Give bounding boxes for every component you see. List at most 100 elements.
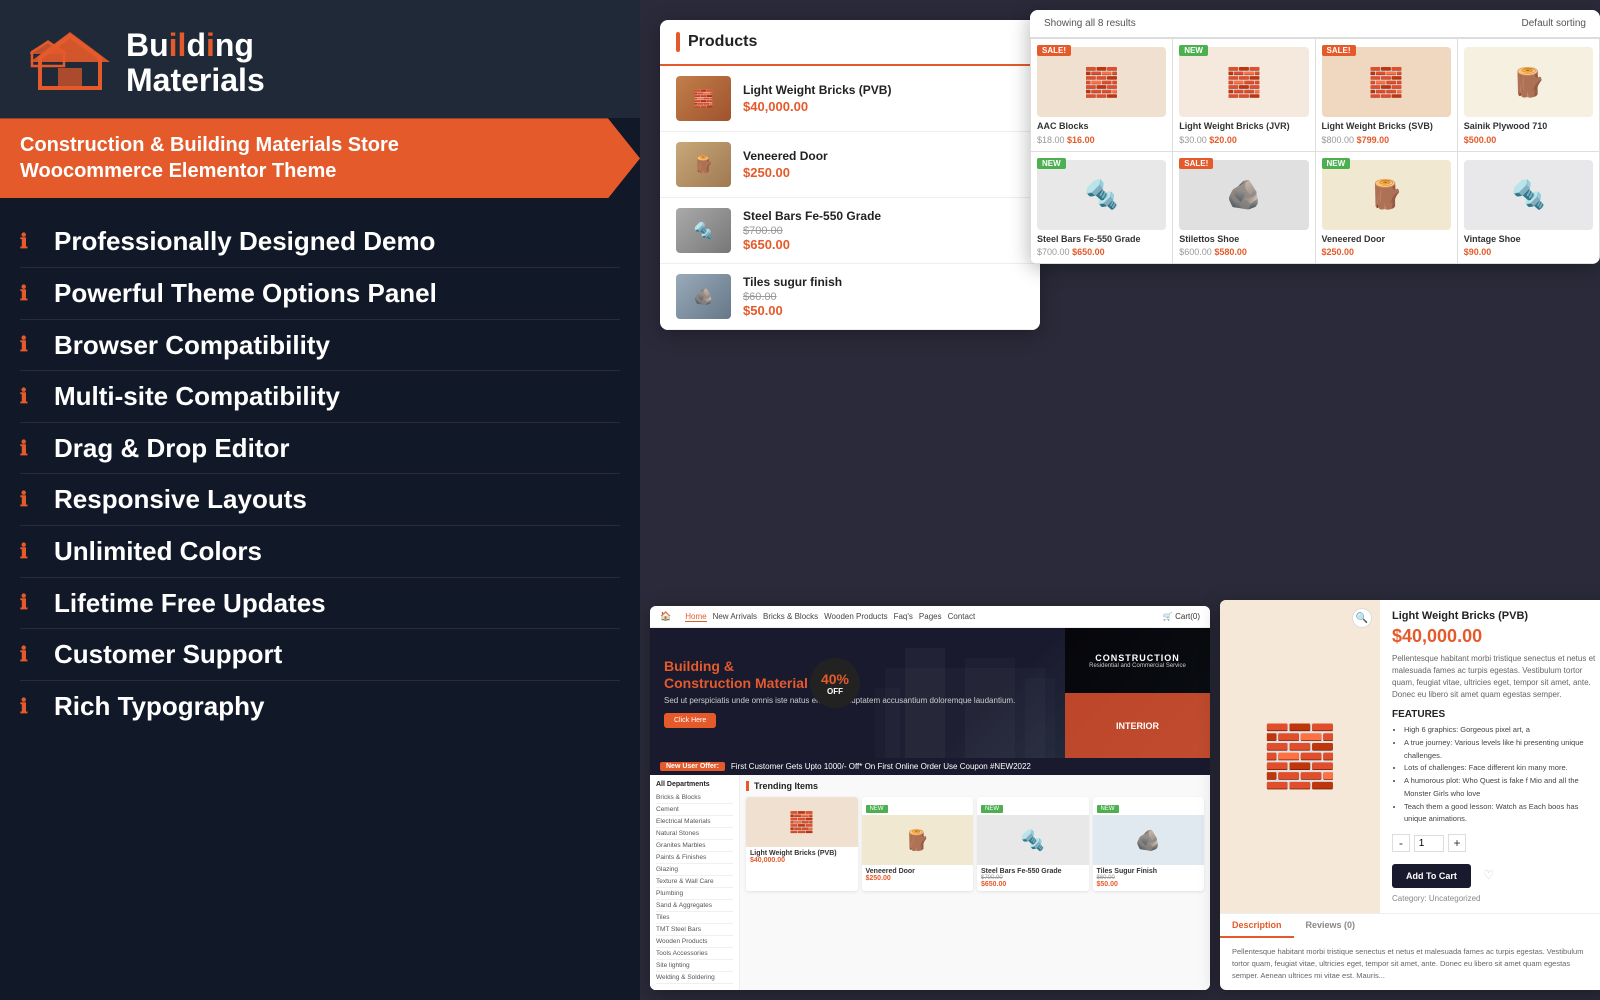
shop-item-prices: $90.00: [1464, 247, 1593, 257]
product-thumbnail: 🪵: [676, 142, 731, 187]
shop-new-price: $20.00: [1209, 135, 1237, 145]
trending-badge-new: NEW: [981, 805, 1003, 813]
trending-item-price: $250.00: [866, 875, 970, 882]
feature-list-item: A humorous plot: Who Quest is fake f Mio…: [1404, 775, 1598, 801]
trending-item-info: Veneered Door $250.00: [862, 865, 974, 885]
trending-item-info: Light Weight Bricks (PVB) $40,000.00: [746, 847, 858, 867]
hero-cta-button[interactable]: Click Here: [664, 713, 716, 728]
product-row: 🪵 Veneered Door $250.00: [660, 132, 1040, 198]
sidebar-item-lighting[interactable]: Site lighting: [656, 960, 733, 972]
shop-item: SALE! 🪨 Stilettos Shoe $600.00 $580.00: [1173, 152, 1314, 264]
sidebar-item-cement[interactable]: Cement: [656, 804, 733, 816]
shop-item: NEW 🔩 Steel Bars Fe-550 Grade $700.00 $6…: [1031, 152, 1172, 264]
feature-list-item: High 6 graphics: Gorgeous pixel art, a: [1404, 724, 1598, 737]
logo-icon: [30, 28, 110, 98]
sidebar-item-wooden[interactable]: Wooden Products: [656, 936, 733, 948]
sidebar-item-welding[interactable]: Welding & Soldering: [656, 972, 733, 984]
nav-link-home[interactable]: Home: [685, 612, 706, 622]
shop-item-name: Stilettos Shoe: [1179, 234, 1308, 246]
shop-header: Showing all 8 results Default sorting: [1030, 10, 1600, 38]
website-mockup: 🏠 Home New Arrivals Bricks & Blocks Wood…: [650, 606, 1210, 990]
nav-link-arrivals[interactable]: New Arrivals: [713, 612, 757, 622]
quantity-increase-button[interactable]: +: [1448, 834, 1466, 852]
feature-item: ℹ Customer Support: [20, 629, 620, 681]
product-thumbnail: 🔩: [676, 208, 731, 253]
feature-icon: ℹ: [20, 694, 40, 719]
shop-item-prices: $18.00 $16.00: [1037, 135, 1166, 145]
shop-item-name: Steel Bars Fe-550 Grade: [1037, 234, 1166, 246]
nav-link-contact[interactable]: Contact: [948, 612, 976, 622]
sidebar-item-bricks[interactable]: Bricks & Blocks: [656, 792, 733, 804]
detail-product-desc: Pellentesque habitant morbi tristique se…: [1392, 653, 1598, 701]
quantity-decrease-button[interactable]: -: [1392, 834, 1410, 852]
feature-label: Multi-site Compatibility: [54, 382, 340, 411]
nav-link-faq[interactable]: Faq's: [894, 612, 913, 622]
detail-features-title: FEATURES: [1392, 709, 1598, 720]
sidebar-item-tiles[interactable]: Tiles: [656, 912, 733, 924]
product-info: Steel Bars Fe-550 Grade $700.00 $650.00: [743, 209, 1024, 252]
shop-item-image: 🪵: [1464, 47, 1593, 117]
hero-title-line2: Construction Material: [664, 675, 808, 691]
product-info: Tiles sugur finish $60.00 $50.00: [743, 275, 1024, 318]
sidebar-item-tools[interactable]: Tools Accessories: [656, 948, 733, 960]
quantity-input[interactable]: [1414, 835, 1444, 852]
sidebar-title: All Departments: [656, 781, 733, 788]
sidebar-item-granites[interactable]: Granites Marbles: [656, 840, 733, 852]
tab-description[interactable]: Description: [1220, 914, 1294, 938]
sidebar-item-sand[interactable]: Sand & Aggregates: [656, 900, 733, 912]
discount-badge: 40% OFF: [810, 658, 860, 708]
product-price: $50.00: [743, 303, 1024, 318]
nav-link-wooden[interactable]: Wooden Products: [824, 612, 887, 622]
product-info: Light Weight Bricks (PVB) $40,000.00: [743, 83, 1024, 114]
trending-item-name: Steel Bars Fe-550 Grade: [981, 868, 1085, 875]
detail-zoom-icon[interactable]: 🔍: [1352, 608, 1372, 628]
shop-new-price: $250.00: [1322, 247, 1355, 257]
website-sidebar: All Departments Bricks & Blocks Cement E…: [650, 775, 740, 990]
tagline-banner: Construction & Building Materials Store …: [0, 118, 640, 198]
feature-item: ℹ Responsive Layouts: [20, 474, 620, 526]
shop-item: NEW 🪵 Veneered Door $250.00: [1316, 152, 1457, 264]
products-header: Products: [660, 20, 1040, 66]
sidebar-item-tmt[interactable]: TMT Steel Bars: [656, 924, 733, 936]
trending-badge-new: NEW: [1097, 805, 1119, 813]
shop-mockup: Showing all 8 results Default sorting SA…: [1030, 10, 1600, 264]
sidebar-item-paints[interactable]: Paints & Finishes: [656, 852, 733, 864]
sidebar-item-stones[interactable]: Natural Stones: [656, 828, 733, 840]
sidebar-item-electrical[interactable]: Electrical Materials: [656, 816, 733, 828]
shop-item-prices: $30.00 $20.00: [1179, 135, 1308, 145]
sidebar-item-plumbing[interactable]: Plumbing: [656, 888, 733, 900]
tab-reviews[interactable]: Reviews (0): [1294, 914, 1368, 938]
sidebar-item-texture[interactable]: Texture & Wall Care: [656, 876, 733, 888]
feature-item: ℹ Powerful Theme Options Panel: [20, 268, 620, 320]
trending-title: Trending Items: [746, 781, 1204, 791]
shop-item-image: 🔩: [1037, 160, 1166, 230]
cart-icon[interactable]: 🛒 Cart(0): [1163, 612, 1200, 621]
detail-product-price: $40,000.00: [1392, 626, 1598, 647]
website-hero: Building & Construction Material Sed ut …: [650, 628, 1210, 758]
product-thumbnail: 🪨: [676, 274, 731, 319]
shop-item: SALE! 🧱 AAC Blocks $18.00 $16.00: [1031, 39, 1172, 151]
wishlist-icon[interactable]: ♡: [1483, 868, 1494, 882]
shop-item: 🔩 Vintage Shoe $90.00: [1458, 152, 1599, 264]
tagline-line2: Woocommerce Elementor Theme: [20, 158, 610, 184]
shop-item-prices: $250.00: [1322, 247, 1451, 257]
shop-item-image: 🧱: [1322, 47, 1451, 117]
product-row: 🪨 Tiles sugur finish $60.00 $50.00: [660, 264, 1040, 330]
nav-link-bricks[interactable]: Bricks & Blocks: [763, 612, 818, 622]
logo-materials: Materials: [126, 63, 265, 98]
left-panel: Building Materials Construction & Buildi…: [0, 0, 640, 1000]
nav-link-pages[interactable]: Pages: [919, 612, 942, 622]
feature-icon: ℹ: [20, 384, 40, 409]
feature-icon: ℹ: [20, 229, 40, 254]
add-to-cart-button[interactable]: Add To Cart: [1392, 864, 1471, 888]
trending-item-image: 🔩: [977, 815, 1089, 865]
trending-item-image: 🪨: [1093, 815, 1205, 865]
trending-item: NEW 🪨 Tiles Sugur Finish $60.00 $50.00: [1093, 797, 1205, 891]
sidebar-item-glazing[interactable]: Glazing: [656, 864, 733, 876]
product-old-price: $700.00: [743, 225, 1024, 237]
trending-item-price: $650.00: [981, 881, 1085, 888]
shop-new-price: $799.00: [1357, 135, 1390, 145]
website-content: All Departments Bricks & Blocks Cement E…: [650, 775, 1210, 990]
offer-text: First Customer Gets Upto 1000/- Off* On …: [731, 762, 1031, 771]
feature-label: Lifetime Free Updates: [54, 589, 326, 618]
